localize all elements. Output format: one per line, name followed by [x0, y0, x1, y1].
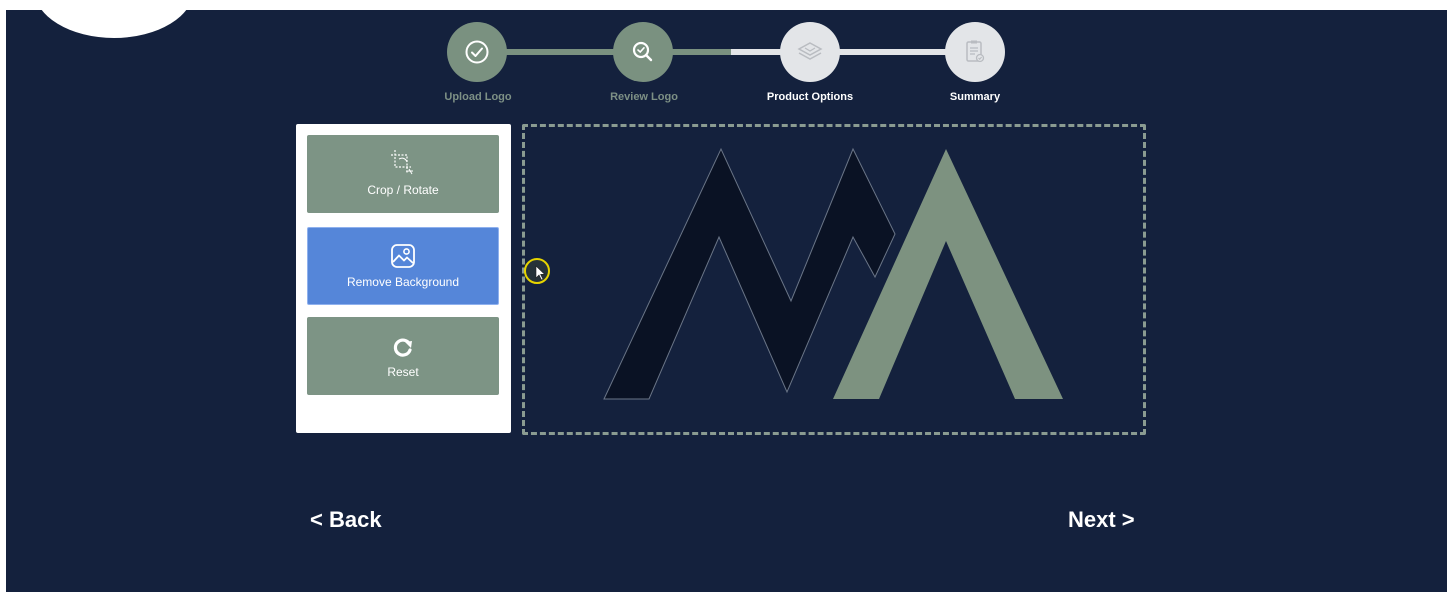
crop-icon [391, 150, 413, 175]
back-button[interactable]: < Back [310, 507, 382, 533]
cursor-pointer-icon [524, 258, 550, 284]
reset-label: Reset [387, 365, 419, 379]
magnifier-icon [632, 41, 653, 62]
crop-rotate-label: Crop / Rotate [367, 183, 439, 197]
logo-image [603, 147, 1063, 400]
step-label-upload-logo: Upload Logo [444, 91, 512, 103]
step-product-options[interactable] [780, 22, 840, 82]
next-button[interactable]: Next > [1068, 507, 1135, 533]
corner-decoration [34, 10, 194, 38]
layers-icon [797, 42, 823, 60]
remove-background-label: Remove Background [346, 275, 460, 289]
logo-canvas[interactable] [522, 124, 1146, 435]
step-label-summary: Summary [949, 91, 1001, 103]
step-label-product-options: Product Options [766, 91, 854, 103]
step-review-logo[interactable] [613, 22, 673, 82]
remove-background-button[interactable]: Remove Background [307, 227, 499, 305]
progress-bar-remaining [731, 49, 976, 55]
crop-rotate-button[interactable]: Crop / Rotate [307, 135, 499, 213]
edit-tools-panel: Crop / Rotate Remove Background Reset [296, 124, 511, 433]
clipboard-icon [966, 40, 985, 63]
image-icon [391, 244, 415, 268]
step-upload-logo[interactable] [447, 22, 507, 82]
reset-button[interactable]: Reset [307, 317, 499, 395]
progress-bar-complete [477, 49, 731, 55]
step-label-review-logo: Review Logo [610, 91, 678, 103]
refresh-icon [393, 338, 412, 357]
check-icon [465, 40, 489, 64]
app-screen: Upload Logo Review Logo Product Options [6, 10, 1447, 592]
step-summary[interactable] [945, 22, 1005, 82]
